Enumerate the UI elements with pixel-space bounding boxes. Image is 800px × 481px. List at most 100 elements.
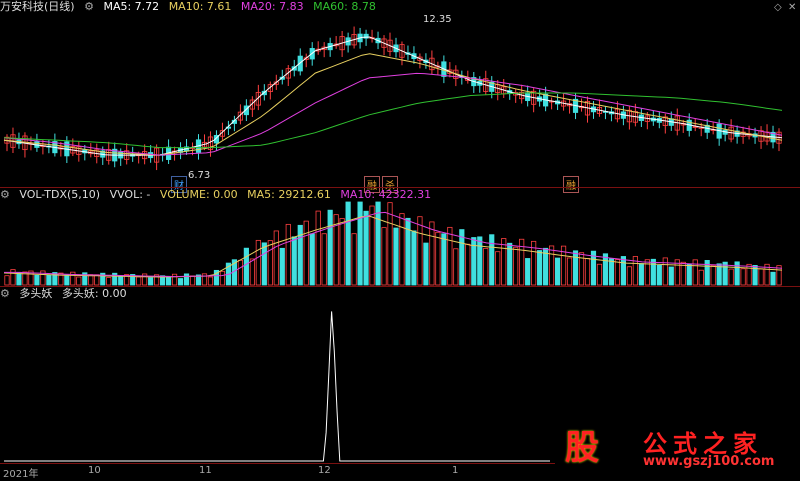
- volume-bar: [279, 247, 285, 286]
- volume-bar: [441, 233, 447, 286]
- volume-bar: [321, 233, 327, 286]
- x-label-12: 12: [318, 465, 331, 476]
- volume-bar: [668, 266, 674, 286]
- volume-bar: [148, 277, 154, 286]
- volume-bar: [4, 275, 10, 286]
- volume-bar: [525, 258, 531, 286]
- volume-chart[interactable]: [0, 188, 800, 286]
- volume-bar: [189, 275, 196, 286]
- volume-bar: [483, 247, 489, 286]
- volume-bar: [411, 230, 417, 286]
- volume-bar: [136, 276, 142, 286]
- vol-ma10-line: [4, 211, 783, 278]
- volume-bar: [273, 230, 279, 286]
- volume-bar: [76, 276, 82, 286]
- volume-bar: [249, 258, 255, 286]
- volume-bar: [417, 216, 423, 286]
- volume-bar: [656, 264, 662, 286]
- volume-bar: [291, 236, 297, 286]
- volume-bar: [584, 258, 591, 286]
- volume-bar: [255, 239, 261, 286]
- volume-bar: [740, 268, 746, 286]
- volume-bar: [608, 258, 615, 286]
- volume-bar: [501, 238, 507, 286]
- volume-bar: [489, 234, 495, 286]
- ma5-line: [3, 36, 783, 156]
- volume-bar: [309, 233, 315, 286]
- volume-bar: [285, 223, 291, 286]
- volume-bar: [477, 236, 483, 286]
- volume-bar: [566, 257, 573, 286]
- volume-bar: [267, 240, 273, 286]
- volume-bar: [537, 250, 543, 286]
- site-logo: 股 公式之家 www.gszj100.com: [555, 420, 795, 470]
- volume-bar: [118, 275, 124, 286]
- volume-bar: [423, 242, 429, 286]
- volume-bar: [171, 273, 178, 286]
- volume-bar: [554, 257, 561, 286]
- volume-bar: [758, 268, 764, 286]
- volume-bar: [106, 277, 112, 286]
- logo-char: 股: [565, 428, 599, 468]
- volume-bar: [513, 246, 519, 286]
- volume-bar: [315, 210, 321, 286]
- volume-bar: [447, 226, 453, 286]
- x-label-1: 1: [452, 465, 459, 476]
- volume-bar: [549, 245, 555, 286]
- ma10-line: [3, 53, 783, 156]
- volume-bar: [375, 201, 381, 286]
- volume-bar: [46, 274, 52, 286]
- indicator-line: [4, 311, 550, 462]
- volume-bar: [219, 270, 226, 286]
- volume-bar: [728, 268, 734, 286]
- volume-bar: [650, 258, 656, 286]
- volume-bar: [614, 259, 621, 286]
- volume-bar: [393, 227, 399, 286]
- volume-bar: [662, 257, 668, 286]
- volume-bar: [638, 263, 644, 286]
- volume-bar: [351, 233, 357, 286]
- volume-bar: [465, 243, 471, 286]
- volume-bar: [495, 251, 501, 286]
- volume-bar: [602, 253, 609, 286]
- volume-bar: [339, 218, 345, 286]
- volume-bar: [453, 248, 459, 286]
- vol-ma5-line: [3, 215, 783, 278]
- volume-bar: [243, 247, 249, 286]
- high-price-label: 12.35: [423, 14, 452, 25]
- volume-bar: [34, 274, 40, 286]
- volume-bar: [363, 210, 369, 286]
- main-price-panel[interactable]: 万安科技(日线) ⚙ MA5: 7.72 MA10: 7.61 MA20: 7.…: [0, 0, 800, 193]
- volume-bar: [327, 209, 333, 286]
- volume-bar: [626, 266, 632, 286]
- price-chart[interactable]: [0, 0, 800, 187]
- volume-bar: [686, 263, 692, 286]
- x-label-10: 10: [88, 465, 101, 476]
- volume-bar: [183, 273, 190, 286]
- volume-bar: [303, 220, 309, 286]
- volume-bar: [207, 276, 214, 286]
- volume-bar: [399, 213, 405, 286]
- volume-bar: [357, 201, 363, 286]
- volume-bar: [165, 275, 172, 286]
- volume-bar: [64, 274, 70, 286]
- volume-bar: [710, 264, 716, 286]
- volume-bar: [237, 259, 243, 286]
- volume-bar: [261, 242, 267, 286]
- volume-bar: [429, 221, 435, 286]
- volume-bar: [596, 263, 603, 286]
- volume-bar: [177, 278, 184, 286]
- x-label-2021: 2021年: [3, 469, 39, 480]
- volume-bar: [345, 201, 351, 286]
- volume-bar: [620, 256, 627, 286]
- low-price-label: 6.73: [188, 170, 211, 181]
- volume-panel[interactable]: ⚙ VOL-TDX(5,10) VVOL: - VOLUME: 0.00 MA5…: [0, 188, 800, 286]
- volume-bar: [698, 269, 704, 286]
- logo-url: www.gszj100.com: [643, 454, 775, 469]
- volume-bar: [435, 231, 441, 286]
- volume-bar: [770, 271, 776, 286]
- volume-bar: [572, 250, 579, 286]
- volume-bar: [746, 263, 752, 286]
- volume-bar: [471, 237, 477, 286]
- volume-bar: [381, 227, 387, 286]
